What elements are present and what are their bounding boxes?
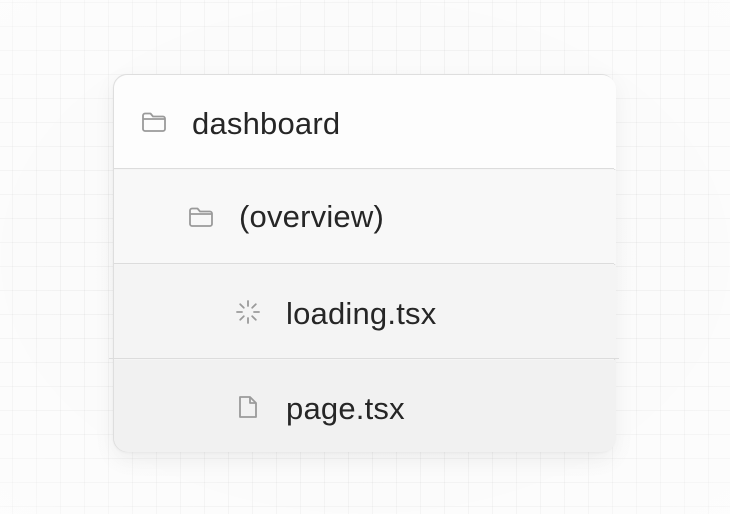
tree-row-overview[interactable]: (overview) (114, 170, 616, 264)
tree-row-dashboard[interactable]: dashboard (114, 75, 616, 169)
file-tree-card: dashboard (overview) loading.tsx page.ts… (109, 74, 619, 452)
row-divider (114, 263, 614, 264)
row-divider (114, 168, 614, 169)
tree-item-label: page.tsx (286, 391, 405, 426)
tree-item-label: loading.tsx (286, 296, 437, 331)
tree-item-label: (overview) (239, 199, 384, 234)
tree-row-page[interactable]: page.tsx (114, 360, 616, 452)
tree-row-loading[interactable]: loading.tsx (114, 265, 616, 359)
folder-icon (187, 203, 215, 231)
file-icon (234, 393, 262, 421)
row-divider (109, 358, 619, 359)
folder-icon (140, 108, 168, 136)
spinner-icon (234, 298, 262, 326)
tree-item-label: dashboard (192, 106, 341, 141)
